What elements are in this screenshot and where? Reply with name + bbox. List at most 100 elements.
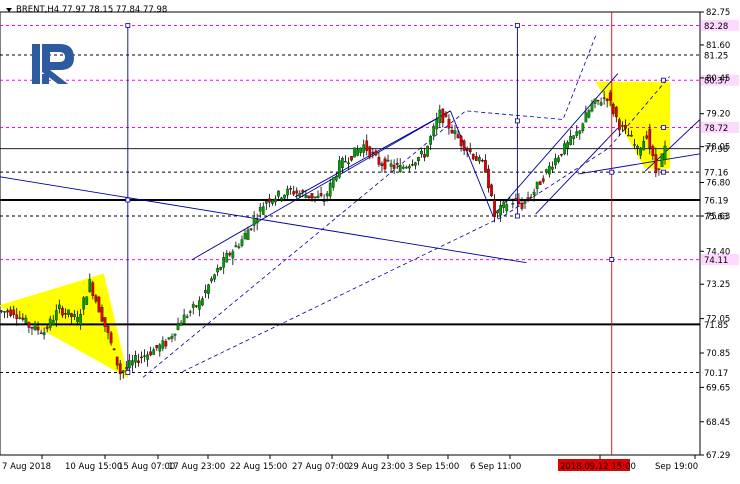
candle-body[interactable] [444,112,448,118]
candle-body[interactable] [219,267,223,270]
candle-body[interactable] [511,203,515,205]
candle-body[interactable] [121,370,125,373]
candle-body[interactable] [295,190,299,194]
candle-body[interactable] [134,355,137,363]
candle-body[interactable] [143,355,146,357]
candle-body[interactable] [6,310,9,313]
candle-body[interactable] [380,163,384,166]
candle-body[interactable] [274,198,277,203]
candle-body[interactable] [240,239,244,246]
candle-body[interactable] [167,337,171,340]
candle-body[interactable] [490,184,493,197]
candle-body[interactable] [249,228,253,230]
candle-body[interactable] [325,193,329,197]
candle-body[interactable] [624,125,627,129]
candle-body[interactable] [261,206,265,215]
candle-body[interactable] [237,246,241,248]
candle-body[interactable] [322,200,326,202]
candle-body[interactable] [648,128,652,149]
candle-body[interactable] [627,134,630,137]
candle-body[interactable] [283,194,286,199]
candle-body[interactable] [331,177,335,188]
candle-body[interactable] [401,166,405,169]
candle-body[interactable] [365,140,369,151]
candle-body[interactable] [18,317,22,319]
candle-body[interactable] [398,165,402,173]
candle-body[interactable] [538,181,542,185]
candle-body[interactable] [389,163,393,167]
candle-body[interactable] [362,144,366,153]
candle-body[interactable] [377,157,381,165]
candle-body[interactable] [137,360,140,363]
candle-body[interactable] [194,305,198,307]
candle-body[interactable] [127,360,131,369]
candle-body[interactable] [307,195,311,198]
candle-body[interactable] [103,317,107,327]
anchor-marker-7[interactable] [609,257,615,262]
candle-body[interactable] [197,300,201,310]
candle-body[interactable] [15,314,19,319]
candle-body[interactable] [535,181,539,189]
candle-body[interactable] [578,130,582,134]
candle-body[interactable] [517,198,521,205]
candle-body[interactable] [201,298,204,306]
candle-body[interactable] [368,146,372,158]
candle-body[interactable] [140,356,143,359]
candle-body[interactable] [447,118,451,129]
candle-body[interactable] [216,268,219,273]
candle-body[interactable] [79,314,83,325]
candle-body[interactable] [572,135,576,139]
candle-body[interactable] [544,169,548,173]
candle-body[interactable] [344,161,347,163]
candle-body[interactable] [359,147,363,153]
candle-body[interactable] [0,310,3,312]
candle-body[interactable] [456,134,460,139]
anchor-marker-9[interactable] [661,125,666,130]
candle-body[interactable] [152,349,156,355]
candle-body[interactable] [277,190,280,197]
candle-body[interactable] [499,205,503,216]
candle-body[interactable] [328,182,332,197]
candle-body[interactable] [630,135,633,137]
candle-body[interactable] [633,144,636,146]
anchor-marker-10[interactable] [661,169,666,175]
candle-body[interactable] [231,251,235,259]
candle-body[interactable] [48,318,52,328]
anchor-marker-3[interactable] [514,23,520,28]
candle-body[interactable] [392,164,396,169]
candle-body[interactable] [97,296,101,313]
candle-body[interactable] [313,196,317,198]
candle-body[interactable] [477,157,481,162]
candle-body[interactable] [569,135,573,145]
candle-body[interactable] [541,178,545,182]
candle-body[interactable] [170,336,174,339]
candle-body[interactable] [106,326,110,333]
candle-body[interactable] [36,326,40,331]
anchor-marker-6[interactable] [609,169,615,175]
candle-body[interactable] [529,196,533,199]
candle-body[interactable] [319,193,323,197]
candle-body[interactable] [602,97,606,99]
candle-body[interactable] [64,313,67,315]
anchor-marker-1[interactable] [125,197,131,203]
candle-body[interactable] [611,103,615,114]
candle-body[interactable] [298,193,302,197]
candle-body[interactable] [280,197,283,200]
candle-body[interactable] [115,356,119,366]
candle-body[interactable] [94,295,98,302]
candle-body[interactable] [146,354,149,360]
candle-body[interactable] [207,284,210,294]
candle-body[interactable] [301,190,305,193]
candle-body[interactable] [663,145,667,160]
candle-body[interactable] [621,125,624,127]
candle-body[interactable] [24,317,28,324]
dropdown-triangle-icon[interactable] [6,8,12,12]
candle-body[interactable] [210,278,213,282]
candle-body[interactable] [57,304,61,310]
candle-body[interactable] [654,154,658,174]
candle-body[interactable] [523,201,527,204]
candle-body[interactable] [341,158,344,169]
candle-body[interactable] [258,207,262,212]
candle-body[interactable] [514,198,518,201]
candle-body[interactable] [264,200,268,204]
